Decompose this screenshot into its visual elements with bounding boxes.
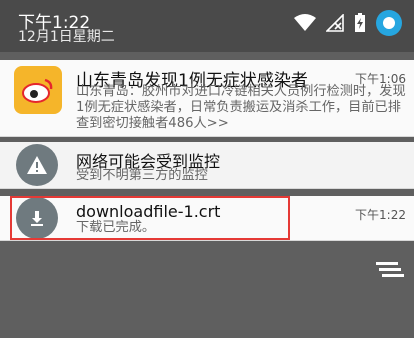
highlight-box	[10, 196, 290, 240]
notification-network-monitoring[interactable]: 网络可能会受到监控 受到不明第三方的监控	[0, 142, 414, 189]
user-avatar-icon[interactable]	[376, 10, 402, 36]
status-bar: 下午1:22 12月1日星期二	[0, 0, 414, 52]
weibo-icon	[14, 66, 62, 114]
status-icons	[294, 10, 402, 36]
notification-body: 山东青岛：胶州市对进口冷链相关人员例行检测时，发现1例无症状感染者，日常负责搬运…	[76, 84, 406, 131]
date: 12月1日星期二	[18, 29, 115, 45]
cellular-off-icon	[326, 14, 344, 32]
notification-body: 受到不明第三方的监控	[76, 168, 208, 183]
battery-charging-icon	[355, 13, 365, 32]
notification-weibo[interactable]: 山东青岛发现1例无症状感染者 下午1:06 山东青岛：胶州市对进口冷链相关人员例…	[0, 60, 414, 137]
wifi-icon	[294, 14, 316, 31]
clear-all-icon[interactable]	[376, 260, 404, 280]
warning-icon	[16, 144, 58, 186]
notification-time: 下午1:22	[355, 208, 406, 222]
